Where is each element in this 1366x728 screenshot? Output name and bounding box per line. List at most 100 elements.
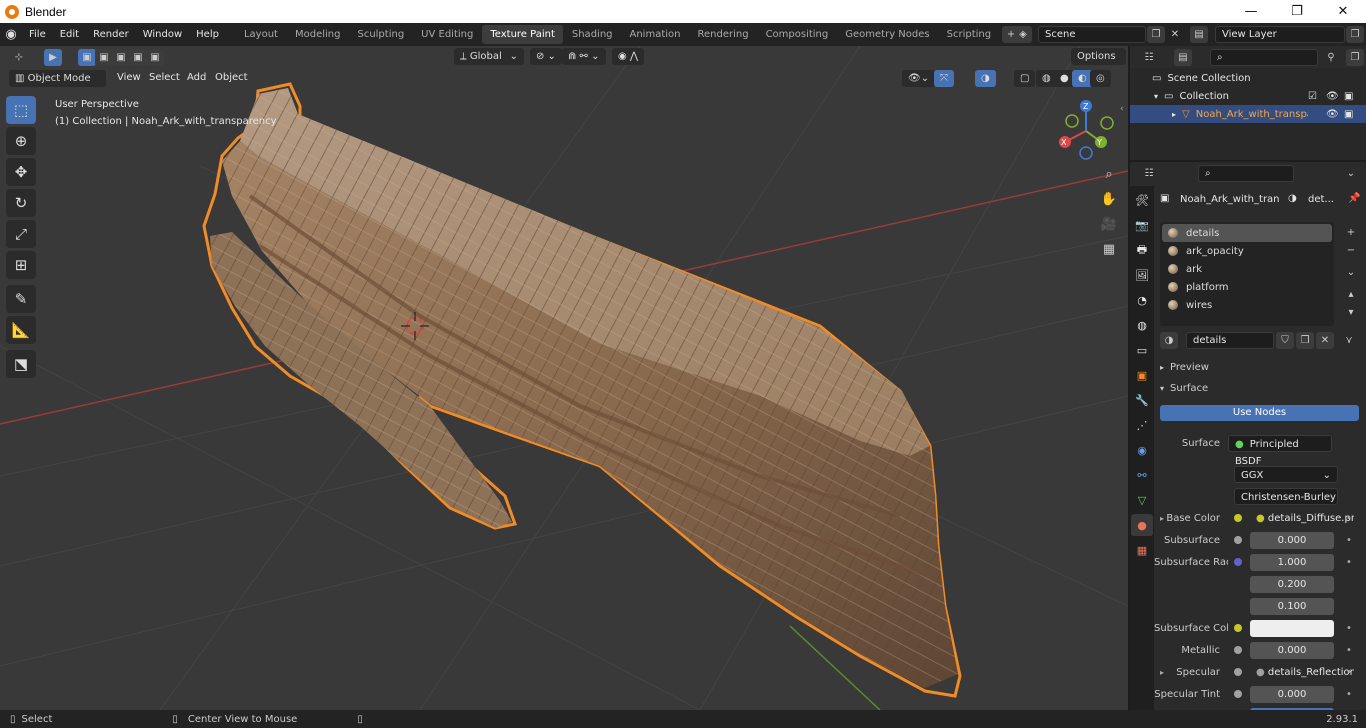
select-mode-intersect-icon[interactable]: ▣ <box>146 49 164 66</box>
blender-menu-icon[interactable]: ◉ <box>0 27 22 42</box>
properties-options-icon[interactable]: ⌄ <box>1342 165 1360 182</box>
collection-render-icon[interactable]: ▣ <box>1344 91 1353 102</box>
options-dropdown[interactable]: Options ⌄ <box>1071 48 1126 79</box>
preview-panel-header[interactable]: ▸ Preview <box>1154 358 1366 376</box>
input-socket-icon[interactable] <box>1234 690 1242 698</box>
input-value-field[interactable]: 0.100 <box>1250 597 1334 615</box>
expand-input-icon[interactable]: ▸ <box>1160 514 1164 523</box>
select-mode-extend-icon[interactable]: ▣ <box>95 49 113 66</box>
object-tab-icon[interactable]: ▣ <box>1131 364 1153 386</box>
output-tab-icon[interactable]: 🖶 <box>1131 239 1153 261</box>
surface-panel-header[interactable]: ▾ Surface <box>1154 379 1366 397</box>
view-layer-field[interactable]: View Layer <box>1215 26 1345 43</box>
duplicate-material-icon[interactable]: ❐ <box>1296 332 1314 349</box>
tool-tab-icon[interactable]: 🛠 <box>1131 189 1153 211</box>
proportional-editing-icon[interactable]: ◉ ⋀ <box>612 48 645 65</box>
tab-uv-editing[interactable]: UV Editing <box>413 25 481 44</box>
select-mode-new-icon[interactable]: ▣ <box>78 49 96 66</box>
close-button[interactable]: ✕ <box>1320 0 1366 23</box>
measure-tool-icon[interactable]: 📐 <box>6 316 36 344</box>
tab-animation[interactable]: Animation <box>622 25 689 44</box>
move-slot-down-icon[interactable]: ▾ <box>1342 304 1360 321</box>
new-collection-icon[interactable]: ❐ <box>1346 49 1364 66</box>
material-slot-ark-opacity[interactable]: ark_opacity <box>1162 242 1332 260</box>
collection-tab-icon[interactable]: ▭ <box>1131 339 1153 361</box>
physics-tab-icon[interactable]: ◉ <box>1131 439 1153 461</box>
surface-shader-field[interactable]: ● Principled BSDF <box>1228 434 1332 467</box>
animate-property-icon[interactable]: • <box>1346 645 1352 656</box>
material-slot-wires[interactable]: wires <box>1162 296 1332 314</box>
particles-tab-icon[interactable]: ⋰ <box>1131 414 1153 436</box>
scene-name-field[interactable]: Scene <box>1038 26 1146 43</box>
expand-object-icon[interactable]: ▸ <box>1172 110 1176 119</box>
pin-icon[interactable]: 📌 <box>1348 193 1360 204</box>
scene-tab-icon[interactable]: ◔ <box>1131 289 1153 311</box>
tab-sculpting[interactable]: Sculpting <box>349 25 412 44</box>
animate-property-icon[interactable]: • <box>1346 557 1352 568</box>
collection-checkbox-icon[interactable]: ☑ <box>1308 91 1317 102</box>
ortho-toggle-icon[interactable]: ▦ <box>1100 241 1118 258</box>
xray-toggle-icon[interactable]: ▢ <box>1014 70 1036 87</box>
sidebar-toggle-icon[interactable]: ‹ <box>1120 104 1124 114</box>
add-cube-tool-icon[interactable]: ⬔ <box>6 350 36 378</box>
editor-type-icon[interactable]: ⊹ <box>10 49 28 66</box>
data-tab-icon[interactable]: ▽ <box>1131 489 1153 511</box>
collection-visibility-icon[interactable]: 👁 <box>1326 91 1339 102</box>
input-socket-icon[interactable] <box>1234 536 1242 544</box>
material-tab-icon[interactable]: ● <box>1131 514 1153 536</box>
remove-scene-icon[interactable]: ✕ <box>1166 26 1184 43</box>
menu-help[interactable]: Help <box>189 23 226 46</box>
outliner-editor-icon[interactable]: ☷ <box>1140 49 1158 66</box>
object-render-icon[interactable]: ▣ <box>1344 109 1353 120</box>
zoom-icon[interactable]: ⌕ <box>1100 166 1118 183</box>
material-slot-platform[interactable]: platform <box>1162 278 1332 296</box>
use-nodes-button[interactable]: Use Nodes <box>1160 405 1359 421</box>
subsurface-method-dropdown[interactable]: Christensen-Burley <box>1234 487 1338 505</box>
move-slot-up-icon[interactable]: ▴ <box>1342 286 1360 303</box>
slot-specials-icon[interactable]: ⌄ <box>1342 264 1360 281</box>
input-socket-icon[interactable] <box>1234 558 1242 566</box>
select-tool-icon[interactable]: ▶ <box>44 49 62 66</box>
pivot-point-icon[interactable]: ⊘ ⌄ <box>530 48 562 65</box>
input-value-field[interactable]: 0.000 <box>1250 531 1334 549</box>
input-socket-icon[interactable] <box>1234 602 1242 610</box>
tab-layout[interactable]: Layout <box>236 25 286 44</box>
new-view-layer-icon[interactable]: ❐ <box>1346 26 1364 43</box>
tab-geometry-nodes[interactable]: Geometry Nodes <box>837 25 937 44</box>
menu-window[interactable]: Window <box>136 23 189 46</box>
tab-scripting[interactable]: Scripting <box>939 25 999 44</box>
move-tool-icon[interactable]: ✥ <box>6 158 36 186</box>
overlays-toggle-icon[interactable]: ◑ <box>975 70 996 87</box>
input-texture-field[interactable]: ● details_Reflection.png <box>1250 664 1354 681</box>
cursor-tool-icon[interactable]: ⊕ <box>6 127 36 155</box>
object-visibility-icon[interactable]: 👁 <box>1326 109 1339 120</box>
fake-user-icon[interactable]: ⛉ <box>1276 332 1294 349</box>
input-value-field[interactable]: 0.000 <box>1250 641 1334 659</box>
annotate-tool-icon[interactable]: ✎ <box>6 285 36 313</box>
view-layer-icon[interactable]: ▤ <box>1190 26 1208 43</box>
world-tab-icon[interactable]: ◍ <box>1131 314 1153 336</box>
menu-file[interactable]: File <box>22 23 53 46</box>
input-texture-field[interactable]: ● details_Diffuse.png <box>1250 510 1354 527</box>
properties-search-input[interactable]: ⌕ <box>1198 165 1294 182</box>
animate-property-icon[interactable]: • <box>1346 667 1352 678</box>
tab-shading[interactable]: Shading <box>564 25 621 44</box>
material-slot-details[interactable]: details <box>1162 224 1332 242</box>
material-name-field[interactable]: details <box>1186 332 1274 349</box>
input-socket-icon[interactable] <box>1234 624 1242 632</box>
outliner-row-scene-collection[interactable]: ▭ Scene Collection <box>1130 69 1366 87</box>
unlink-material-icon[interactable]: ✕ <box>1316 332 1334 349</box>
camera-view-icon[interactable]: 🎥 <box>1100 216 1118 233</box>
new-scene-icon[interactable]: ❐ <box>1147 26 1165 43</box>
select-mode-invert-icon[interactable]: ▣ <box>129 49 147 66</box>
properties-editor-icon[interactable]: ☷ <box>1140 165 1158 182</box>
noah-ark-model[interactable] <box>202 82 962 698</box>
animate-property-icon[interactable]: • <box>1346 689 1352 700</box>
tab-compositing[interactable]: Compositing <box>758 25 837 44</box>
visibility-filter-icon[interactable]: 👁⌄ <box>902 70 936 87</box>
distribution-dropdown[interactable]: GGX ⌄ <box>1234 465 1338 483</box>
menu-object[interactable]: Object <box>208 68 255 88</box>
material-link-icon[interactable]: ⋎ <box>1340 332 1358 349</box>
menu-edit[interactable]: Edit <box>53 23 86 46</box>
outliner-row-collection[interactable]: ▾ ▭ Collection ☑ 👁 ▣ <box>1130 87 1366 105</box>
